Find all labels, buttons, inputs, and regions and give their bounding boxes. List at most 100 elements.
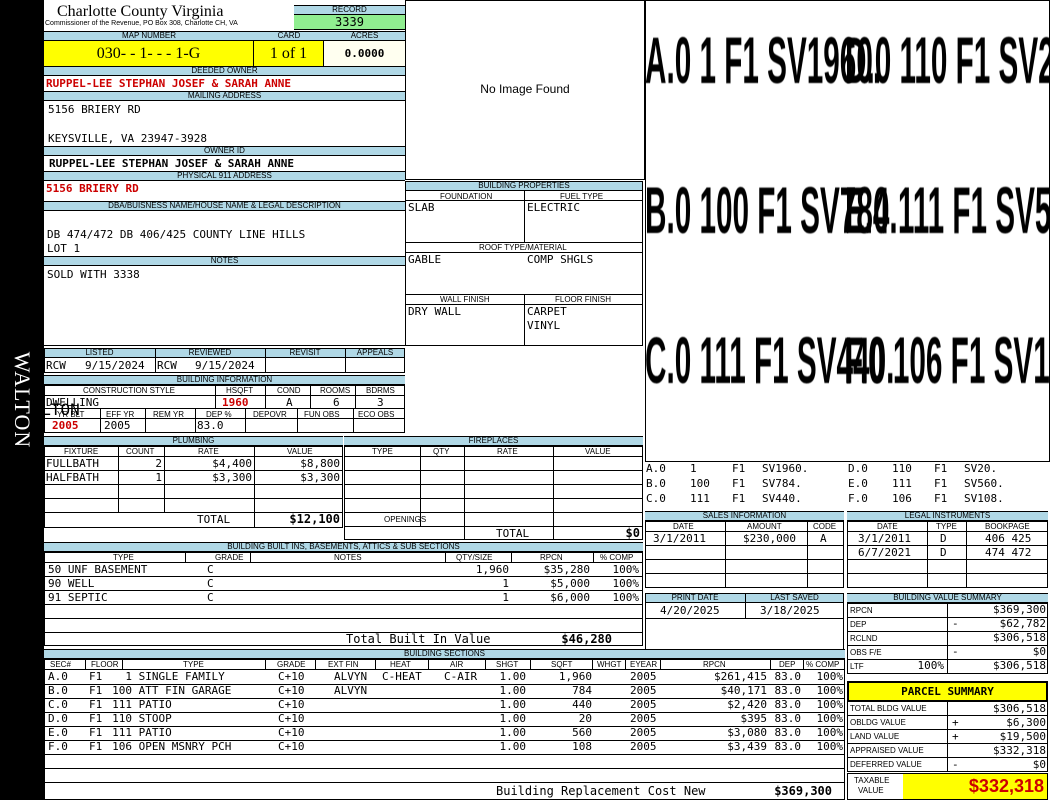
divider	[164, 446, 165, 512]
divider	[745, 593, 746, 618]
sketch-label-f: F.0 106 F1 SV108.	[845, 323, 1050, 397]
legend-sec: C.0	[646, 492, 666, 505]
brcn-value: $369,300	[774, 784, 832, 798]
legend-sv: SV1960.	[762, 462, 809, 475]
notes-value: SOLD WITH 3338	[47, 268, 140, 281]
divider	[593, 552, 594, 562]
divider	[445, 552, 446, 562]
divider	[44, 498, 343, 499]
divider	[297, 408, 298, 433]
sketch-label-d: D.0 110 F1 SV20.	[845, 23, 1050, 97]
divider	[44, 618, 643, 619]
divider	[344, 456, 643, 457]
dba-line1: DB 474/472 DB 406/425 COUNTY LINE HILLS	[47, 228, 306, 241]
divider	[847, 559, 1048, 560]
commissioner-address: Commissioner of the Revenue, PO Box 308,…	[45, 20, 238, 27]
physical-address-value: 5156 BRIERY RD	[46, 182, 139, 195]
divider	[44, 470, 343, 471]
divider	[44, 576, 643, 577]
legend-floor: F1	[732, 462, 746, 475]
divider	[344, 470, 643, 471]
listed-frame	[44, 348, 405, 373]
notes-label: NOTES	[44, 256, 405, 266]
divider	[100, 408, 101, 433]
divider	[155, 348, 156, 373]
divider	[927, 521, 928, 588]
divider	[250, 552, 251, 562]
fireplaces-label: FIREPLACES	[344, 436, 643, 446]
divider	[464, 446, 465, 540]
divider	[44, 604, 643, 605]
card-value: 1 of 1	[254, 41, 324, 66]
divider	[645, 545, 844, 546]
divider	[645, 573, 844, 574]
divider	[947, 603, 948, 674]
divider	[947, 701, 948, 772]
legend-sec: A.0	[646, 462, 666, 475]
divider	[847, 531, 1048, 532]
divider	[195, 408, 196, 433]
map-number-label: MAP NUMBER	[44, 31, 254, 41]
deeded-owner-value: RUPPEL-LEE STEPHAN JOSEF & SARAH ANNE	[46, 77, 292, 90]
mailing-address-label: MAILING ADDRESS	[44, 91, 405, 101]
divider	[645, 618, 844, 619]
side-label-text: WALTON	[10, 351, 35, 449]
legend-sec: D.0	[848, 462, 868, 475]
deeded-owner-label: DEEDED OWNER	[44, 66, 405, 76]
sales-info-label: SALES INFORMATION	[645, 511, 844, 521]
mailing-line1: 5156 BRIERY RD	[48, 103, 141, 116]
record-label: RECORD	[294, 5, 405, 15]
divider	[355, 385, 356, 408]
divider	[344, 498, 643, 499]
record-value: 3339	[294, 15, 405, 30]
card-label: CARD	[254, 31, 324, 41]
divider	[265, 348, 266, 373]
divider	[265, 385, 266, 408]
acres-value: 0.0000	[324, 41, 405, 66]
parcel-summary-label: PARCEL SUMMARY	[847, 681, 1048, 702]
taxable-value: $332,318	[903, 774, 1047, 799]
divider	[553, 446, 554, 540]
bvs-label: BUILDING VALUE SUMMARY	[847, 593, 1048, 603]
divider	[118, 446, 119, 512]
legend-sv: SV440.	[762, 492, 802, 505]
no-image-text: No Image Found	[480, 82, 570, 96]
legend-sec: B.0	[646, 477, 666, 490]
legend-code: 100	[690, 477, 710, 490]
divider	[420, 446, 421, 526]
divider	[44, 345, 405, 346]
legend-code: 106	[892, 492, 912, 505]
divider	[215, 385, 216, 408]
divider	[310, 385, 311, 408]
divider	[645, 559, 844, 560]
county-title: Charlotte County Virginia	[57, 3, 224, 20]
divider	[345, 348, 346, 373]
dba-label: DBA/BUISNESS NAME/HOUSE NAME & LEGAL DES…	[44, 201, 405, 211]
divider	[44, 408, 405, 409]
mailing-line2: KEYSVILLE, VA 23947-3928	[48, 132, 207, 145]
taxable-label-1: TAXABLE	[854, 776, 890, 785]
legend-sv: SV108.	[964, 492, 1004, 505]
plumbing-label: PLUMBING	[44, 436, 343, 446]
owner-id-value: RUPPEL-LEE STEPHAN JOSEF & SARAH ANNE	[49, 157, 295, 170]
divider	[725, 521, 726, 588]
divider	[44, 632, 643, 633]
divider	[344, 512, 643, 513]
divider	[966, 521, 967, 588]
divider	[511, 552, 512, 562]
legend-floor: F1	[934, 477, 948, 490]
map-number-value: 030- - 1- - - 1-G	[44, 41, 254, 66]
divider	[807, 521, 808, 588]
divider	[44, 418, 405, 419]
legal-instruments-label: LEGAL INSTRUMENTS	[847, 511, 1048, 521]
divider	[44, 512, 343, 513]
plumbing-frame	[44, 446, 343, 528]
legend-floor: F1	[934, 462, 948, 475]
brcn-label: Building Replacement Cost New	[496, 784, 706, 798]
building-sections-label: BUILDING SECTIONS	[44, 649, 845, 659]
legend-floor: F1	[732, 492, 746, 505]
divider	[44, 590, 643, 591]
building-info-label: BUILDING INFORMATION	[44, 375, 405, 385]
legend-code: 111	[690, 492, 710, 505]
legend-floor: F1	[732, 477, 746, 490]
